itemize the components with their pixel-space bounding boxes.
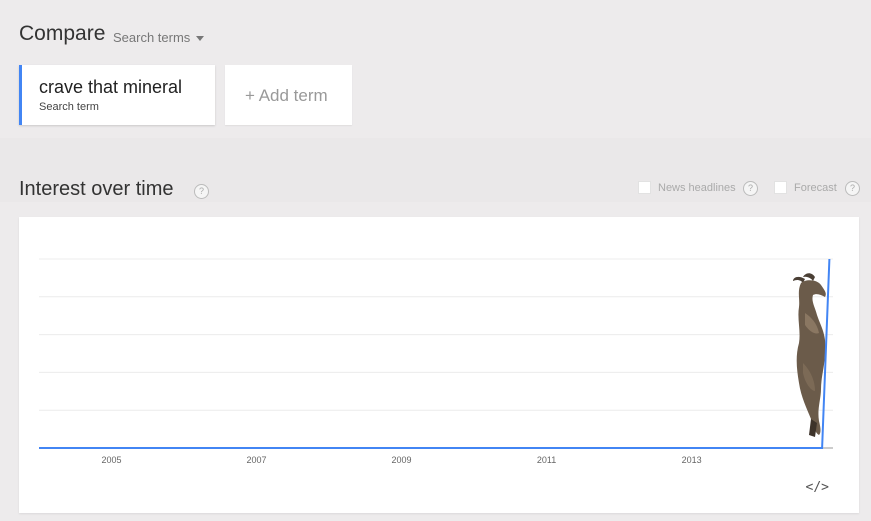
grid-lines (39, 258, 833, 449)
interest-title: Interest over time (19, 178, 174, 200)
news-headlines-label: News headlines (658, 182, 736, 194)
search-terms-dropdown[interactable]: Search terms (113, 30, 205, 45)
news-help-icon[interactable]: ? (743, 181, 758, 196)
interest-chart: 2005 2007 2009 2011 2013 </> (19, 217, 859, 513)
add-term-label: + Add term (245, 86, 328, 105)
forecast-label: Forecast (794, 182, 837, 194)
goat-photo (793, 273, 826, 437)
forecast-checkbox[interactable] (774, 181, 787, 194)
compare-title: Compare (19, 22, 106, 45)
x-tick-label: 2011 (537, 455, 556, 465)
term-type: Search term (39, 101, 99, 113)
x-tick-labels: 2005 2007 2009 2011 2013 (101, 455, 701, 465)
term-card[interactable]: crave that mineral Search term (19, 65, 215, 125)
x-tick-label: 2009 (392, 455, 412, 465)
line-chart: 2005 2007 2009 2011 2013 (39, 258, 833, 465)
x-tick-label: 2005 (101, 455, 121, 465)
news-headlines-checkbox[interactable] (638, 181, 651, 194)
search-terms-label: Search terms (113, 30, 191, 45)
embed-code-icon[interactable]: </> (806, 480, 829, 495)
x-tick-label: 2007 (247, 455, 267, 465)
add-term-button[interactable]: + Add term (225, 65, 352, 125)
x-tick-label: 2013 (682, 455, 702, 465)
term-name[interactable]: crave that mineral (39, 77, 182, 98)
help-icon[interactable]: ? (194, 184, 209, 199)
caret-down-icon (196, 36, 205, 42)
series-line (39, 258, 831, 449)
forecast-help-icon[interactable]: ? (845, 181, 860, 196)
